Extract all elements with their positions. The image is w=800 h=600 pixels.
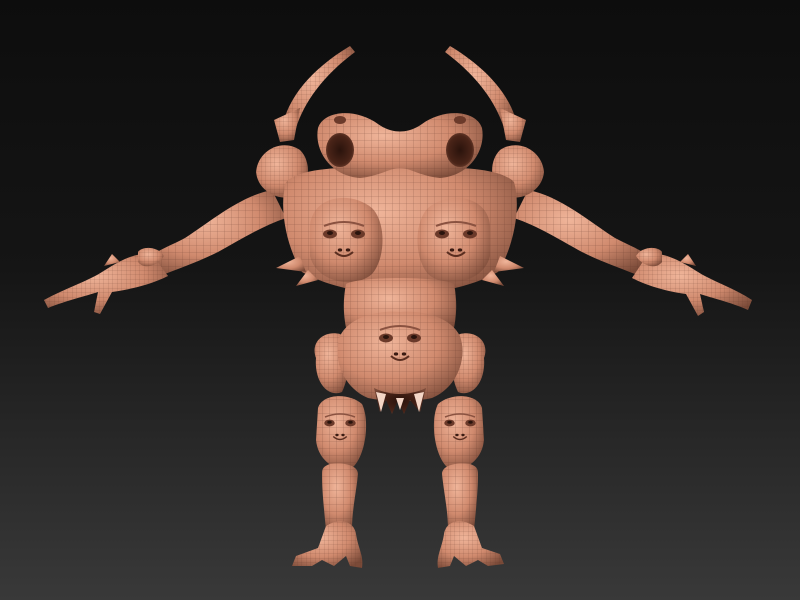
chest-face-right[interactable] [417,197,491,283]
chest-face-left[interactable] [310,197,383,283]
sculpt-viewport[interactable] [0,0,800,600]
left-thigh[interactable] [316,396,367,469]
viewport-canvas[interactable] [0,0,800,600]
right-thigh[interactable] [433,396,484,469]
